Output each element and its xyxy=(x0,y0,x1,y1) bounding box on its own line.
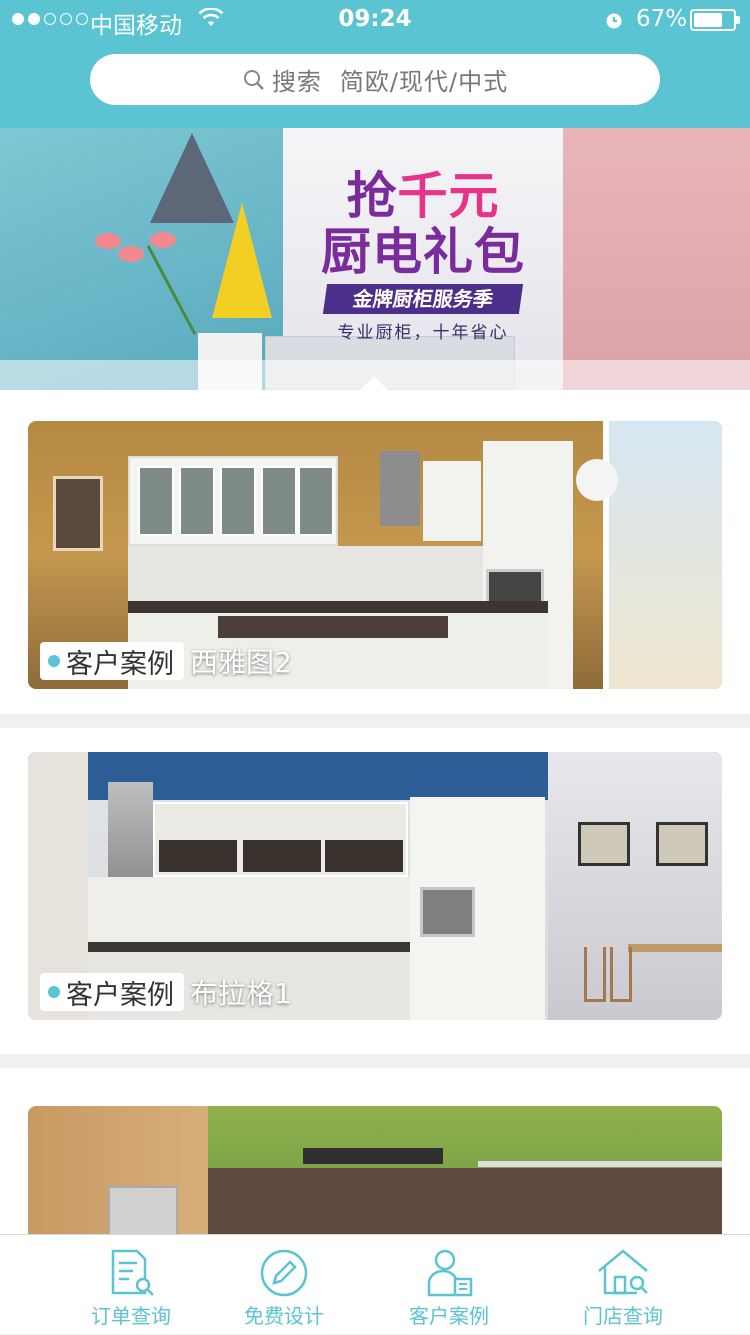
case-image-kitchen[interactable] xyxy=(28,1106,722,1234)
case-card: 客户案例 西雅图2 xyxy=(0,390,750,714)
tab-free-design[interactable]: 免费设计 xyxy=(209,1235,359,1335)
promo-banner[interactable]: 抢千元 厨电礼包 金牌厨柜服务季 专业厨柜，十年省心 xyxy=(0,128,750,390)
case-title: 西雅图2 xyxy=(190,646,292,679)
case-card: 客户案例 布拉格1 xyxy=(0,728,750,1054)
case-title: 布拉格1 xyxy=(190,977,292,1010)
header: 中国移动 09:24 67% 搜索 简欧/现代/中式 xyxy=(0,0,750,128)
order-search-icon xyxy=(111,1249,154,1296)
customer-case-icon xyxy=(427,1249,473,1297)
alarm-clock-icon xyxy=(606,13,622,29)
status-bar: 中国移动 09:24 67% xyxy=(0,0,750,40)
case-card xyxy=(0,1068,750,1234)
case-tag-label: 客户案例 xyxy=(66,979,174,1011)
flower-image xyxy=(95,233,121,249)
search-bar[interactable]: 搜索 简欧/现代/中式 xyxy=(90,54,660,105)
case-tag: 客户案例 西雅图2 xyxy=(40,641,292,681)
search-label: 搜索 xyxy=(271,68,322,96)
bottom-tab-bar: 订单查询 免费设计 客户案例 门店查询 xyxy=(0,1234,750,1334)
store-search-icon xyxy=(598,1249,648,1295)
case-image-kitchen[interactable]: 客户案例 布拉格1 xyxy=(28,752,722,1020)
case-tag: 客户案例 布拉格1 xyxy=(40,972,292,1012)
tab-label: 订单查询 xyxy=(91,1304,171,1328)
battery-icon xyxy=(690,9,740,31)
case-image-kitchen[interactable]: 客户案例 西雅图2 xyxy=(28,421,722,689)
pencil-design-icon xyxy=(260,1249,308,1297)
yellow-lamp-image xyxy=(212,203,272,318)
banner-ribbon: 金牌厨柜服务季 xyxy=(322,284,524,314)
tab-label: 客户案例 xyxy=(409,1304,489,1328)
battery-percent: 67% xyxy=(636,6,688,32)
tab-order-search[interactable]: 订单查询 xyxy=(56,1235,206,1335)
banner-indicator xyxy=(360,376,388,390)
case-tag-label: 客户案例 xyxy=(66,648,174,680)
banner-headline: 抢千元 厨电礼包 xyxy=(321,167,525,281)
search-icon xyxy=(243,69,264,90)
search-placeholder: 简欧/现代/中式 xyxy=(339,68,509,96)
tab-customer-cases[interactable]: 客户案例 xyxy=(374,1235,524,1335)
tab-label: 门店查询 xyxy=(583,1304,663,1328)
tag-dot-icon xyxy=(48,986,60,998)
tag-dot-icon xyxy=(48,655,60,667)
tab-label: 免费设计 xyxy=(244,1304,324,1328)
banner-subtitle: 专业厨柜，十年省心 xyxy=(337,323,509,343)
tab-store-search[interactable]: 门店查询 xyxy=(548,1235,698,1335)
